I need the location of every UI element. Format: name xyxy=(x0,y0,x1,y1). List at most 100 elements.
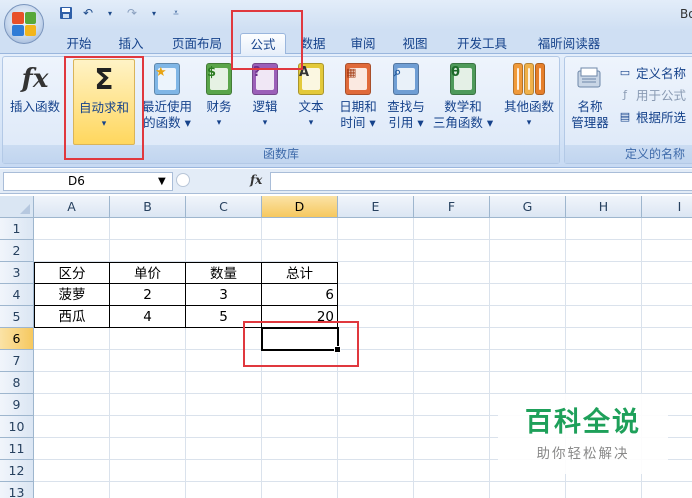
tab-insert[interactable]: 插入 xyxy=(114,33,148,54)
date-time-label-2: 时间 ▾ xyxy=(340,115,376,130)
function-library-group: fx 插入函数 Σ 自动求和 ▾ ★ 最近使用 的函数 ▾ $ 财务 ▾ ? 逻… xyxy=(2,56,560,164)
redo-icon[interactable]: ↷ xyxy=(124,5,140,21)
watermark-title: 百科全说 xyxy=(525,407,641,438)
tab-developer[interactable]: 开发工具 xyxy=(450,33,514,54)
cell-d5[interactable]: 20 xyxy=(262,306,338,328)
formula-bar: D6 ▼ fx xyxy=(0,169,692,194)
tab-page-layout[interactable]: 页面布局 xyxy=(166,33,228,54)
undo-icon[interactable]: ↶ xyxy=(80,5,96,21)
insert-function-fx-icon[interactable]: fx xyxy=(250,173,262,187)
undo-dropdown-icon[interactable]: ▾ xyxy=(102,5,118,21)
text-button[interactable]: A 文本 ▾ xyxy=(293,59,329,145)
redo-dropdown-icon[interactable]: ▾ xyxy=(146,5,162,21)
cell-d3[interactable]: 总计 xyxy=(262,262,338,284)
insert-function-button[interactable]: fx 插入函数 xyxy=(5,59,65,145)
sigma-icon: Σ xyxy=(94,63,114,96)
financial-dropdown-icon: ▾ xyxy=(216,118,222,128)
financial-label: 财务 xyxy=(206,99,232,114)
use-in-formula-icon: ƒ xyxy=(623,88,627,101)
define-name-item[interactable]: ▭ 定义名称 xyxy=(617,63,686,82)
cell-a5[interactable]: 西瓜 xyxy=(34,306,110,328)
financial-button[interactable]: $ 财务 ▾ xyxy=(201,59,237,145)
name-manager-label-2: 管理器 xyxy=(571,115,609,130)
logical-button[interactable]: ? 逻辑 ▾ xyxy=(245,59,285,145)
logical-label: 逻辑 xyxy=(252,99,278,114)
lookup-reference-label-1: 查找与 xyxy=(387,99,425,114)
column-header-g[interactable]: G xyxy=(490,196,566,218)
column-header-i[interactable]: I xyxy=(642,196,692,218)
define-name-icon: ▭ xyxy=(619,66,631,79)
select-all-corner[interactable] xyxy=(0,196,34,218)
math-trig-label-1: 数学和 xyxy=(444,99,482,114)
create-from-selection-icon: ▤ xyxy=(619,110,631,123)
quick-access-toolbar: ↶ ▾ ↷ ▾ ⩡ xyxy=(58,5,184,21)
name-manager-icon xyxy=(574,62,606,96)
row-header-1[interactable]: 1 xyxy=(0,218,34,240)
define-name-label: 定义名称 xyxy=(636,66,687,81)
name-box-value: D6 xyxy=(68,174,85,188)
tab-foxit-reader[interactable]: 福昕阅读器 xyxy=(530,33,608,54)
row-header-13[interactable]: 13 xyxy=(0,482,34,498)
cell-c4[interactable]: 3 xyxy=(186,284,262,306)
theta-book-icon: θ xyxy=(447,62,479,96)
active-cell-d6[interactable] xyxy=(261,327,341,353)
cell-d4[interactable]: 6 xyxy=(262,284,338,306)
column-header-d[interactable]: D xyxy=(262,196,338,218)
create-from-selection-item[interactable]: ▤ 根据所选 xyxy=(617,107,686,126)
cell-c5[interactable]: 5 xyxy=(186,306,262,328)
recently-used-button[interactable]: ★ 最近使用 的函数 ▾ xyxy=(137,59,197,145)
column-header-f[interactable]: F xyxy=(414,196,490,218)
tab-data[interactable]: 数据 xyxy=(296,33,330,54)
use-in-formula-item[interactable]: ƒ 用于公式 xyxy=(617,85,686,104)
row-header-5[interactable]: 5 xyxy=(0,306,34,328)
date-time-label-1: 日期和 xyxy=(339,99,377,114)
row-header-10[interactable]: 10 xyxy=(0,416,34,438)
row-header-2[interactable]: 2 xyxy=(0,240,34,262)
name-box[interactable]: D6 ▼ xyxy=(3,172,173,191)
column-header-a[interactable]: A xyxy=(34,196,110,218)
create-from-selection-label: 根据所选 xyxy=(636,110,687,125)
cell-b5[interactable]: 4 xyxy=(110,306,186,328)
row-header-4[interactable]: 4 xyxy=(0,284,34,306)
row-header-7[interactable]: 7 xyxy=(0,350,34,372)
math-trig-button[interactable]: θ 数学和 三角函数 ▾ xyxy=(431,59,495,145)
excel-window: ↶ ▾ ↷ ▾ ⩡ Bo 开始 插入 页面布局 公式 数据 审阅 视图 开发工具… xyxy=(0,0,692,498)
save-icon[interactable] xyxy=(58,5,74,21)
star-book-icon: ★ xyxy=(151,62,183,96)
column-header-c[interactable]: C xyxy=(186,196,262,218)
row-header-3[interactable]: 3 xyxy=(0,262,34,284)
row-header-9[interactable]: 9 xyxy=(0,394,34,416)
column-header-e[interactable]: E xyxy=(338,196,414,218)
customize-qat-icon[interactable]: ⩡ xyxy=(168,5,184,21)
column-header-h[interactable]: H xyxy=(566,196,642,218)
ribbon-tabs: 开始 插入 页面布局 公式 数据 审阅 视图 开发工具 福昕阅读器 xyxy=(0,30,692,54)
more-functions-label: 其他函数 xyxy=(503,99,554,114)
formula-input[interactable] xyxy=(270,172,692,191)
autosum-dropdown-icon: ▾ xyxy=(101,119,107,129)
column-header-b[interactable]: B xyxy=(110,196,186,218)
row-header-6[interactable]: 6 xyxy=(0,328,34,350)
name-manager-button[interactable]: 名称 管理器 xyxy=(567,59,613,145)
more-functions-button[interactable]: 其他函数 ▾ xyxy=(499,59,559,145)
row-header-8[interactable]: 8 xyxy=(0,372,34,394)
tab-home[interactable]: 开始 xyxy=(62,33,96,54)
cell-a4[interactable]: 菠萝 xyxy=(34,284,110,306)
office-button[interactable] xyxy=(4,4,44,44)
row-header-12[interactable]: 12 xyxy=(0,460,34,482)
name-box-dropdown-icon[interactable]: ▼ xyxy=(158,173,166,190)
cell-a3[interactable]: 区分 xyxy=(34,262,110,284)
text-label: 文本 xyxy=(298,99,324,114)
formula-bar-divider-handle[interactable] xyxy=(176,173,190,187)
cell-c3[interactable]: 数量 xyxy=(186,262,262,284)
tab-formulas[interactable]: 公式 xyxy=(240,33,286,54)
cell-b4[interactable]: 2 xyxy=(110,284,186,306)
autosum-button[interactable]: Σ 自动求和 ▾ xyxy=(73,59,135,145)
tab-view[interactable]: 视图 xyxy=(398,33,432,54)
row-header-11[interactable]: 11 xyxy=(0,438,34,460)
tab-review[interactable]: 审阅 xyxy=(346,33,380,54)
cell-b3[interactable]: 单价 xyxy=(110,262,186,284)
date-time-button[interactable]: ▦ 日期和 时间 ▾ xyxy=(335,59,381,145)
text-dropdown-icon: ▾ xyxy=(308,118,314,128)
office-logo-icon xyxy=(12,12,36,36)
lookup-reference-button[interactable]: ⌕ 查找与 引用 ▾ xyxy=(383,59,429,145)
